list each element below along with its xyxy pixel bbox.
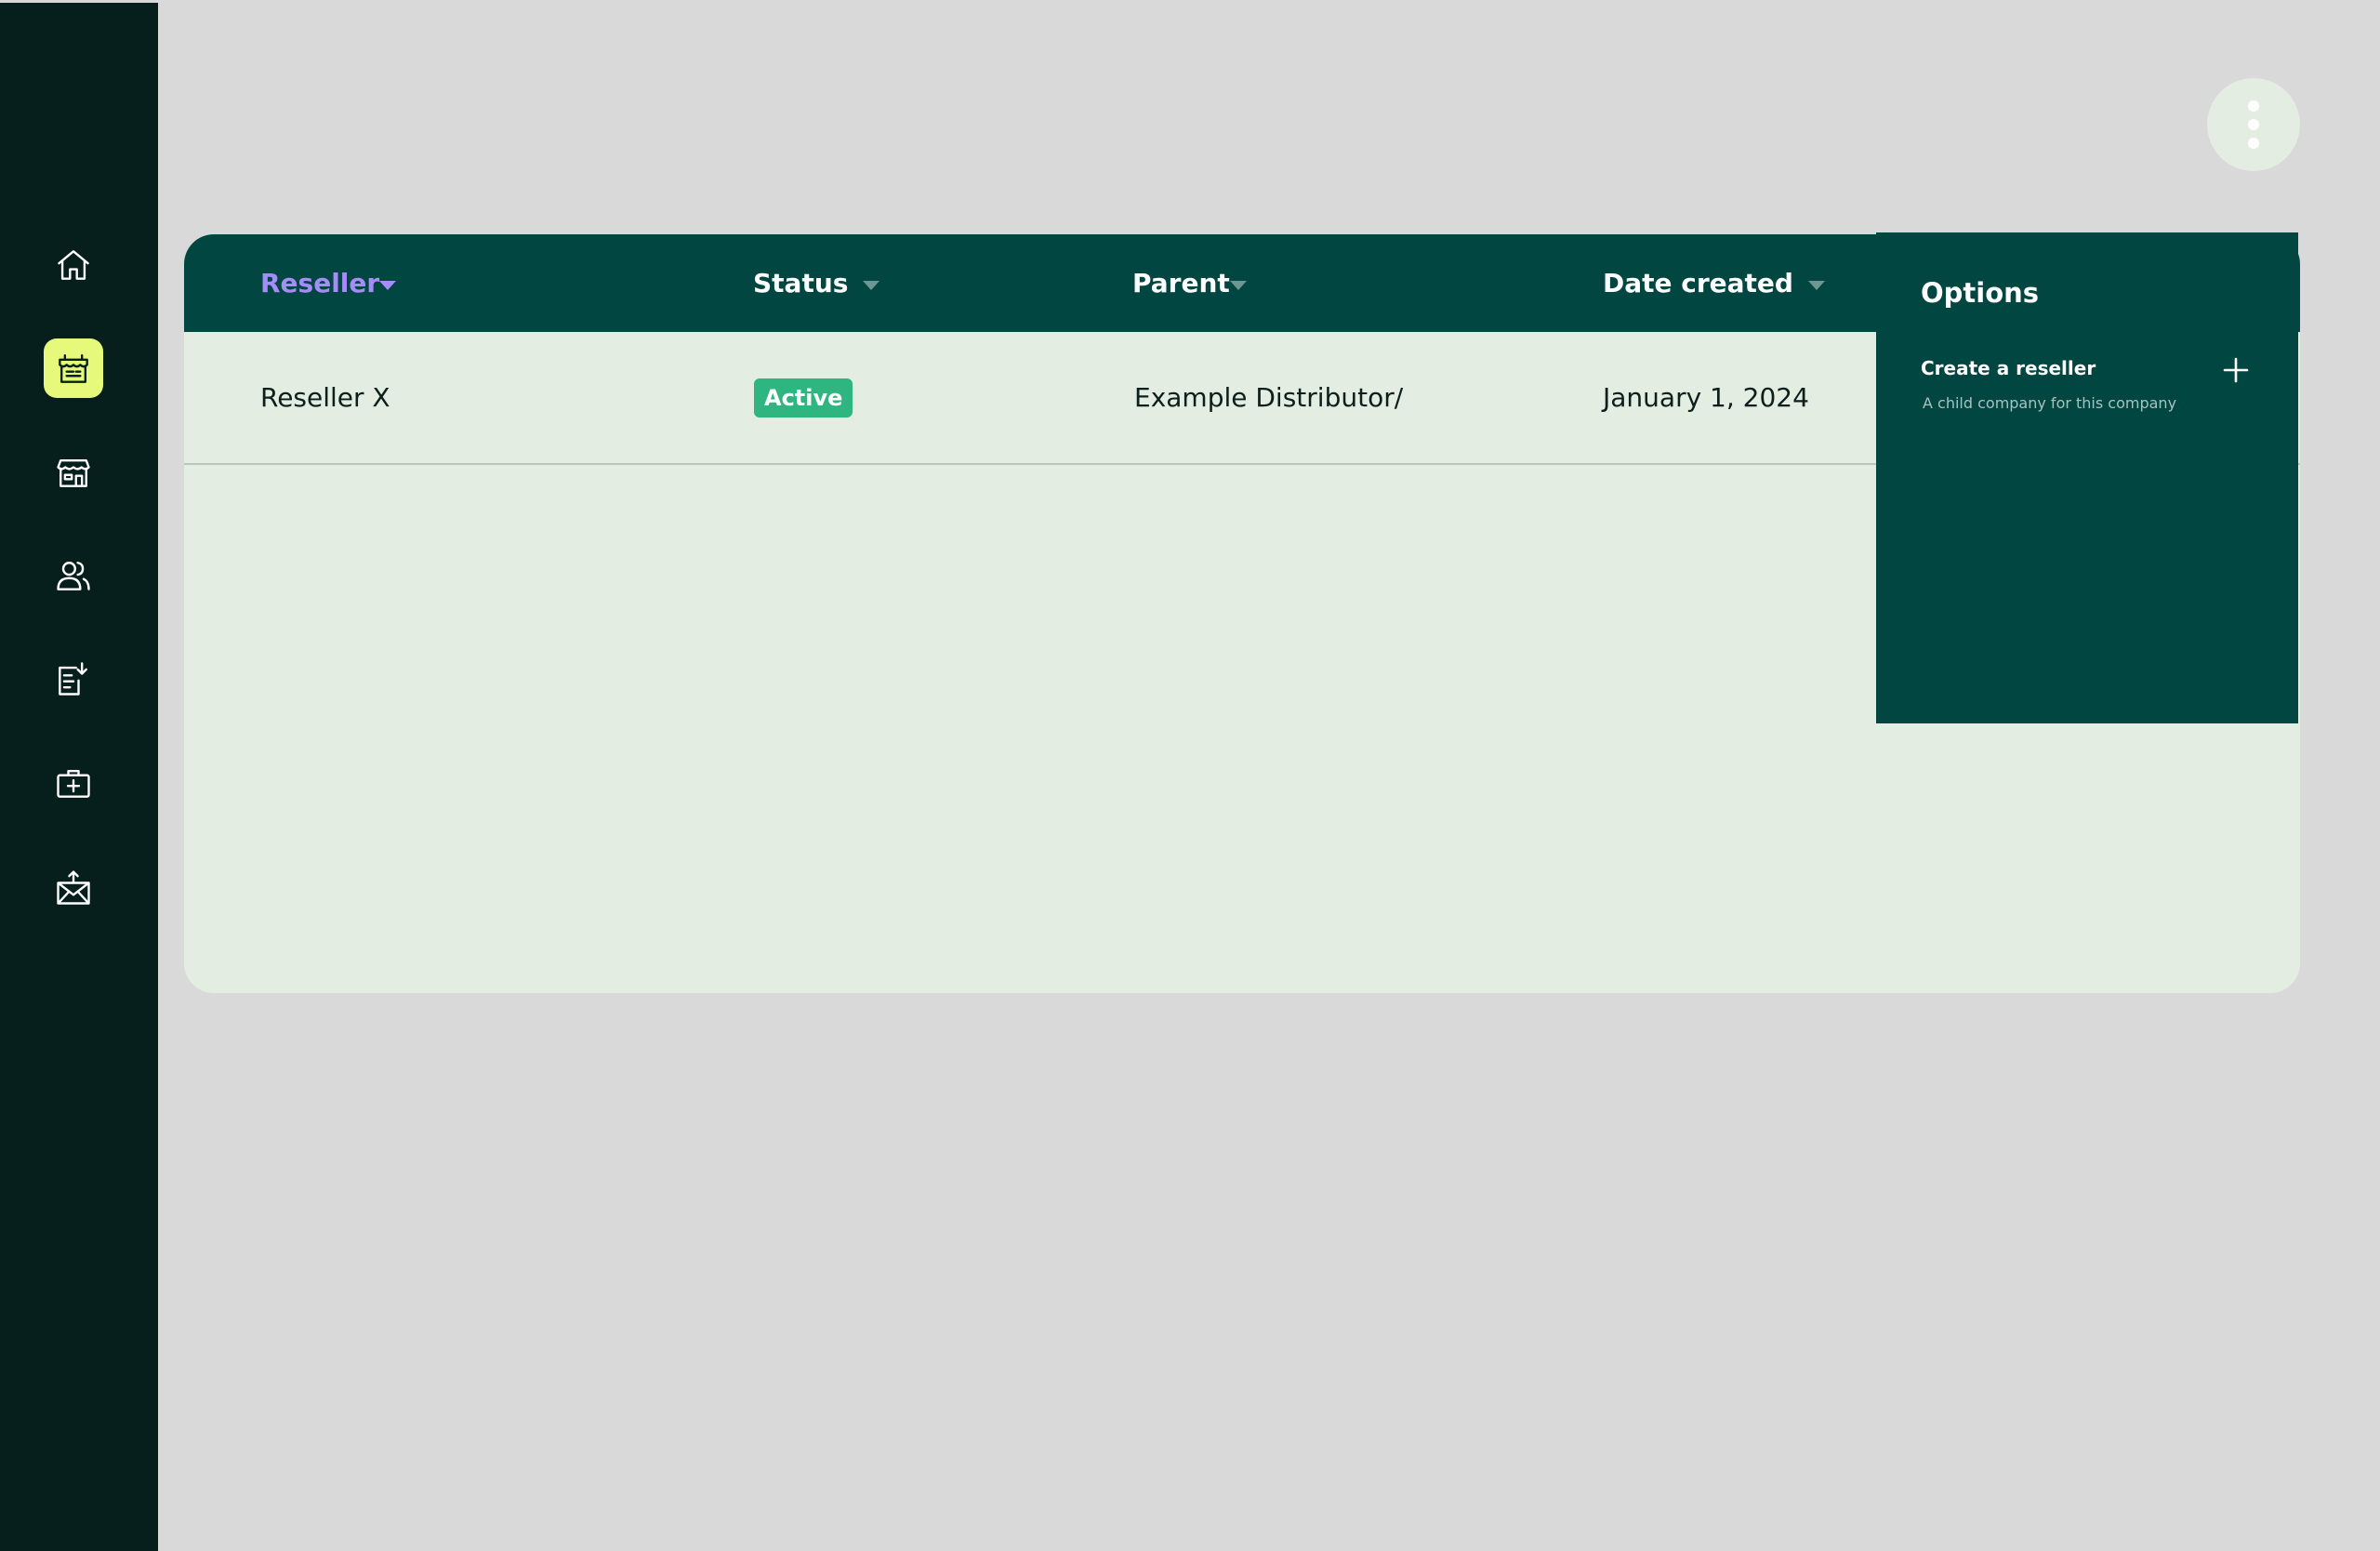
users-icon	[57, 562, 90, 590]
cell-date-created: January 1, 2024	[1603, 382, 1809, 413]
column-header-date-created[interactable]: Date created	[1603, 234, 1825, 332]
sort-caret-icon	[1229, 280, 1247, 290]
create-reseller-option[interactable]: Create a reseller A child company for th…	[1876, 344, 2298, 437]
nav-home[interactable]	[44, 235, 103, 295]
document-import-icon	[59, 662, 87, 696]
column-header-label: Reseller	[260, 268, 380, 298]
nav-resellers[interactable]	[44, 338, 103, 398]
nav-documents[interactable]	[44, 649, 103, 709]
status-badge: Active	[754, 378, 853, 418]
sort-caret-icon	[1807, 280, 1825, 290]
option-description: A child company for this company	[1923, 394, 2177, 412]
sort-caret-icon	[379, 280, 397, 290]
sidebar	[0, 3, 158, 1551]
options-dropdown: Options Create a reseller A child compan…	[1876, 232, 2298, 723]
column-header-status[interactable]: Status	[753, 234, 880, 332]
reseller-icon	[59, 354, 88, 383]
nav-mail[interactable]	[44, 858, 103, 918]
options-title: Options	[1921, 277, 2040, 309]
column-header-label: Parent	[1132, 268, 1230, 298]
kebab-vertical-icon	[2248, 100, 2259, 112]
mail-upload-icon	[57, 870, 90, 905]
kebab-dot	[2248, 138, 2259, 149]
cell-reseller: Reseller X	[260, 382, 390, 413]
cell-parent: Example Distributor/	[1134, 382, 1404, 413]
storefront-icon	[57, 458, 90, 487]
home-icon	[58, 250, 89, 280]
plus-icon	[2223, 357, 2249, 383]
nav-services[interactable]	[44, 753, 103, 813]
column-header-label: Status	[753, 268, 849, 298]
nav-stores[interactable]	[44, 443, 103, 502]
column-header-reseller[interactable]: Reseller	[260, 234, 397, 332]
sort-caret-icon	[863, 280, 880, 290]
medical-kit-icon	[57, 769, 90, 798]
column-header-parent[interactable]: Parent	[1132, 234, 1247, 332]
cell-status: Active	[754, 332, 853, 463]
column-header-label: Date created	[1603, 268, 1793, 298]
option-label: Create a reseller	[1921, 357, 2096, 379]
kebab-dot	[2248, 119, 2259, 130]
nav-users[interactable]	[44, 546, 103, 605]
more-options-button[interactable]	[2207, 78, 2300, 171]
